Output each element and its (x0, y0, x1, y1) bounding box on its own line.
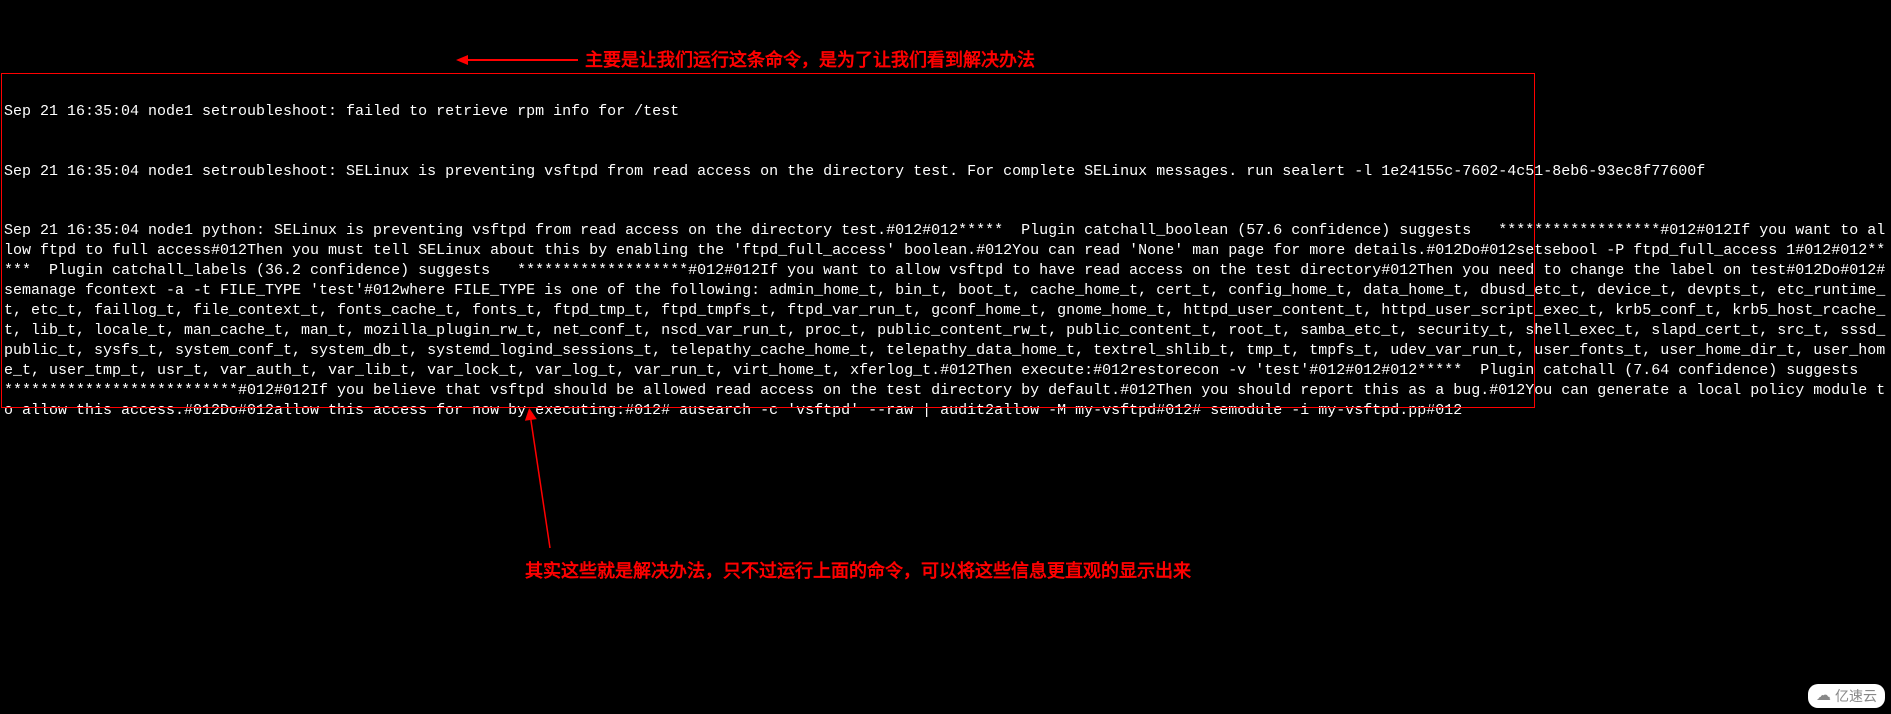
log-line-3: Sep 21 16:35:04 node1 python: SELinux is… (4, 222, 1891, 418)
cloud-icon: ☁ (1816, 686, 1831, 706)
annotation-1: 主要是让我们运行这条命令，是为了让我们看到解决办法 (585, 49, 1035, 73)
log-line-1: Sep 21 16:35:04 node1 setroubleshoot: fa… (4, 103, 679, 120)
annotation-2: 其实这些就是解决办法，只不过运行上面的命令，可以将这些信息更直观的显示出来 (525, 560, 1191, 584)
log-line-2: Sep 21 16:35:04 node1 setroubleshoot: SE… (4, 163, 1705, 180)
watermark-text: 亿速云 (1835, 687, 1877, 706)
arrow-head-1 (456, 55, 468, 65)
arrow-line-1 (468, 59, 578, 61)
watermark: ☁ 亿速云 (1808, 684, 1885, 708)
arrow-2-svg (520, 408, 600, 558)
